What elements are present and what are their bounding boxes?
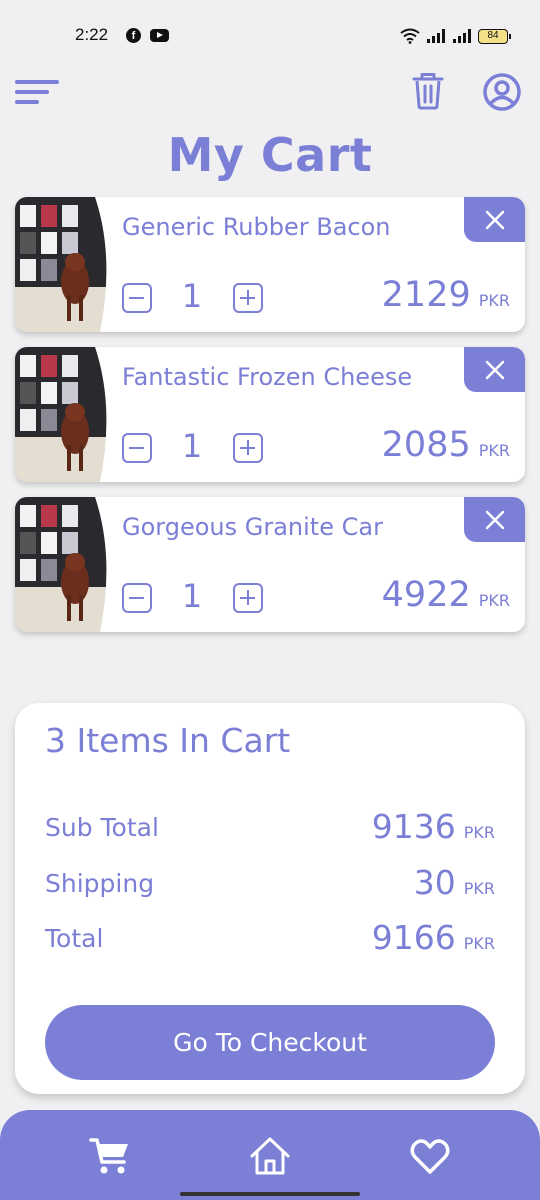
total-amount: 9166 PKR bbox=[372, 918, 495, 957]
decrease-quantity-button[interactable] bbox=[122, 283, 152, 313]
price-currency: PKR bbox=[478, 591, 510, 610]
subtotal-value: 9136 bbox=[371, 807, 456, 846]
profile-icon[interactable] bbox=[482, 72, 522, 112]
shipping-currency: PKR bbox=[463, 879, 495, 898]
checkout-button[interactable]: Go To Checkout bbox=[45, 1005, 495, 1080]
home-indicator bbox=[180, 1192, 360, 1196]
battery-icon: 84 bbox=[478, 28, 511, 44]
signal-icon bbox=[427, 29, 445, 43]
page-title: My Cart bbox=[167, 128, 373, 182]
increase-quantity-button[interactable] bbox=[233, 583, 263, 613]
heart-icon bbox=[410, 1139, 450, 1174]
total-row: Total 9166 PKR bbox=[45, 918, 495, 958]
nav-favorites-button[interactable] bbox=[408, 1134, 452, 1178]
quantity-value: 1 bbox=[181, 277, 203, 315]
shipping-row: Shipping 30 PKR bbox=[45, 863, 495, 903]
cart-summary: 3 Items In Cart Sub Total 9136 PKR Shipp… bbox=[15, 703, 525, 1094]
price-value: 4922 bbox=[381, 575, 471, 615]
close-icon bbox=[485, 510, 504, 529]
status-indicators: 84 bbox=[400, 26, 511, 46]
item-name: Generic Rubber Bacon bbox=[122, 213, 391, 241]
item-price: 2129 PKR bbox=[382, 275, 510, 315]
quantity-value: 1 bbox=[181, 427, 203, 465]
subtotal-currency: PKR bbox=[463, 823, 495, 842]
status-bar: 2:22 f 84 bbox=[0, 0, 540, 72]
signal-icon-2 bbox=[453, 29, 471, 43]
subtotal-amount: 9136 PKR bbox=[372, 807, 495, 846]
facebook-icon: f bbox=[126, 28, 141, 43]
remove-item-button[interactable] bbox=[464, 497, 525, 542]
item-price: 2085 PKR bbox=[382, 425, 510, 465]
total-currency: PKR bbox=[463, 934, 495, 953]
menu-icon[interactable] bbox=[15, 78, 59, 106]
item-name: Fantastic Frozen Cheese bbox=[122, 363, 413, 391]
total-label: Total bbox=[45, 924, 104, 953]
cart-item: Fantastic Frozen Cheese 1 2085 PKR bbox=[15, 347, 525, 482]
product-image bbox=[15, 347, 115, 482]
quantity-value: 1 bbox=[181, 577, 203, 615]
shipping-value: 30 bbox=[413, 863, 456, 902]
product-image bbox=[15, 497, 115, 632]
minus-icon bbox=[129, 446, 144, 449]
price-currency: PKR bbox=[478, 291, 510, 310]
status-time: 2:22 bbox=[75, 25, 109, 44]
minus-icon bbox=[129, 296, 144, 299]
item-name: Gorgeous Granite Car bbox=[122, 513, 383, 541]
shipping-label: Shipping bbox=[45, 869, 155, 898]
decrease-quantity-button[interactable] bbox=[122, 433, 152, 463]
close-icon bbox=[485, 360, 504, 379]
total-value: 9166 bbox=[371, 918, 456, 957]
subtotal-row: Sub Total 9136 PKR bbox=[45, 807, 495, 847]
increase-quantity-button[interactable] bbox=[233, 283, 263, 313]
youtube-icon bbox=[150, 29, 169, 42]
nav-cart-button[interactable] bbox=[88, 1134, 132, 1178]
item-price: 4922 PKR bbox=[382, 575, 510, 615]
decrease-quantity-button[interactable] bbox=[122, 583, 152, 613]
wifi-icon bbox=[400, 28, 420, 44]
price-currency: PKR bbox=[478, 441, 510, 460]
close-icon bbox=[485, 210, 504, 229]
cart-item: Gorgeous Granite Car 1 4922 PKR bbox=[15, 497, 525, 632]
shipping-amount: 30 PKR bbox=[414, 863, 495, 902]
minus-icon bbox=[129, 596, 144, 599]
nav-home-button[interactable] bbox=[248, 1134, 292, 1178]
summary-title: 3 Items In Cart bbox=[45, 721, 291, 760]
trash-icon[interactable] bbox=[410, 72, 446, 110]
increase-quantity-button[interactable] bbox=[233, 433, 263, 463]
remove-item-button[interactable] bbox=[464, 347, 525, 392]
price-value: 2085 bbox=[381, 425, 471, 465]
cart-icon bbox=[89, 1138, 128, 1174]
product-image bbox=[15, 197, 115, 332]
home-icon bbox=[250, 1137, 290, 1175]
subtotal-label: Sub Total bbox=[45, 813, 159, 842]
remove-item-button[interactable] bbox=[464, 197, 525, 242]
cart-item: Generic Rubber Bacon 1 2129 PKR bbox=[15, 197, 525, 332]
price-value: 2129 bbox=[381, 275, 471, 315]
bottom-nav bbox=[0, 1110, 540, 1200]
